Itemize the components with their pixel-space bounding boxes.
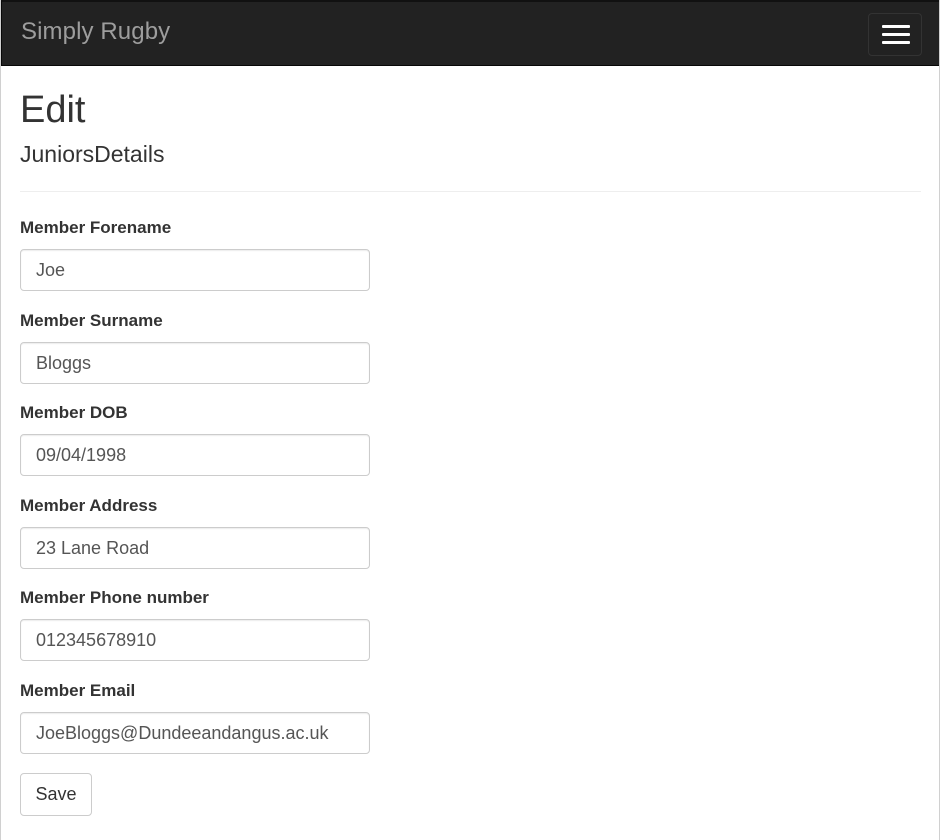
save-button[interactable]: Save [20,773,92,816]
forename-label: Member Forename [20,218,172,237]
phone-group: Member Phone number [20,588,372,661]
navbar-toggle-button[interactable] [868,13,922,56]
divider [20,191,921,192]
page-title: Edit [20,89,86,131]
email-label: Member Email [20,681,136,700]
hamburger-menu-icon [882,25,910,45]
surname-label: Member Surname [20,311,163,330]
hamburger-bar [882,41,910,44]
email-input[interactable] [20,712,370,754]
dob-input[interactable] [20,434,370,476]
browser-viewport: Simply Rugby Edit JuniorsDetails Member … [0,0,940,840]
dob-group: Member DOB [20,403,372,476]
hamburger-bar [882,25,910,28]
forename-input[interactable] [20,249,370,291]
address-group: Member Address [20,496,372,569]
phone-input[interactable] [20,619,370,661]
top-navbar: Simply Rugby [1,0,939,66]
page-subtitle: JuniorsDetails [20,141,165,167]
phone-label: Member Phone number [20,588,209,607]
address-input[interactable] [20,527,370,569]
dob-label: Member DOB [20,403,128,422]
surname-group: Member Surname [20,311,372,384]
surname-input[interactable] [20,342,370,384]
brand-link[interactable]: Simply Rugby [21,18,170,46]
forename-group: Member Forename [20,218,372,291]
hamburger-bar [882,33,910,36]
email-group: Member Email [20,681,372,754]
address-label: Member Address [20,496,158,515]
